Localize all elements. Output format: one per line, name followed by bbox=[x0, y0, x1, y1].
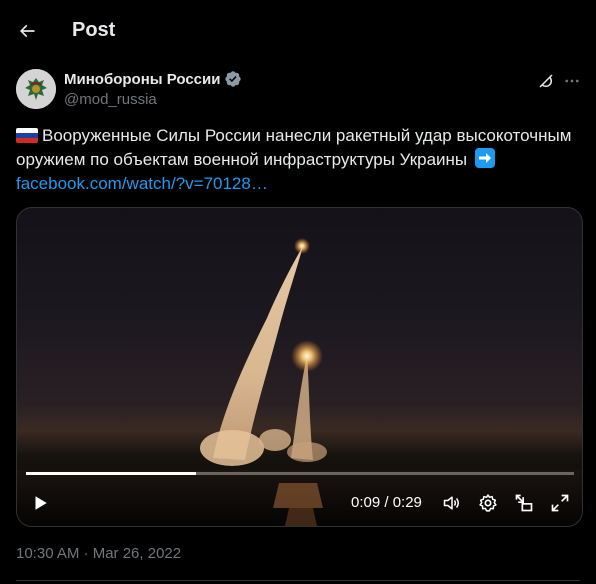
russia-flag-icon bbox=[16, 128, 38, 143]
dock-icon bbox=[515, 494, 533, 512]
author-handle[interactable]: @mod_russia bbox=[64, 91, 157, 108]
play-button[interactable] bbox=[27, 490, 53, 516]
emblem-avatar-icon bbox=[16, 69, 56, 109]
avatar[interactable] bbox=[16, 69, 56, 109]
grok-icon bbox=[539, 74, 553, 88]
back-button[interactable] bbox=[10, 14, 44, 48]
more-button[interactable] bbox=[561, 70, 583, 92]
right-arrow-emoji-icon bbox=[474, 148, 495, 168]
volume-button[interactable] bbox=[441, 492, 463, 514]
top-header: Post bbox=[0, 0, 596, 62]
grok-button[interactable] bbox=[535, 70, 557, 92]
video-progress-fill bbox=[26, 472, 196, 475]
more-dots-icon bbox=[565, 79, 579, 83]
post-page: Post Минобороны России @mod_russia Воору… bbox=[0, 0, 596, 584]
divider bbox=[16, 580, 580, 581]
video-time: 0:09 / 0:29 bbox=[351, 494, 422, 511]
gear-icon bbox=[479, 494, 497, 512]
video-progress-bar[interactable] bbox=[26, 472, 574, 475]
video-frame bbox=[17, 238, 582, 526]
arrow-left-icon bbox=[19, 24, 35, 38]
page-title: Post bbox=[72, 19, 116, 41]
fullscreen-icon bbox=[551, 494, 569, 512]
dock-button[interactable] bbox=[513, 492, 535, 514]
post-text: Вооруженные Силы России нанесли ракетный… bbox=[16, 124, 576, 196]
video-player[interactable]: 0:09 / 0:29 bbox=[16, 207, 583, 527]
fullscreen-button[interactable] bbox=[549, 492, 571, 514]
external-link[interactable]: facebook.com/watch/?v=70128… bbox=[16, 174, 268, 193]
volume-icon bbox=[443, 496, 459, 510]
play-icon bbox=[35, 496, 47, 510]
post-timestamp[interactable]: 10:30 AM · Mar 26, 2022 bbox=[16, 545, 181, 562]
author-name[interactable]: Минобороны России bbox=[64, 70, 242, 88]
verified-badge-icon bbox=[224, 70, 242, 88]
settings-button[interactable] bbox=[477, 492, 499, 514]
author-name-text: Минобороны России bbox=[64, 70, 221, 88]
